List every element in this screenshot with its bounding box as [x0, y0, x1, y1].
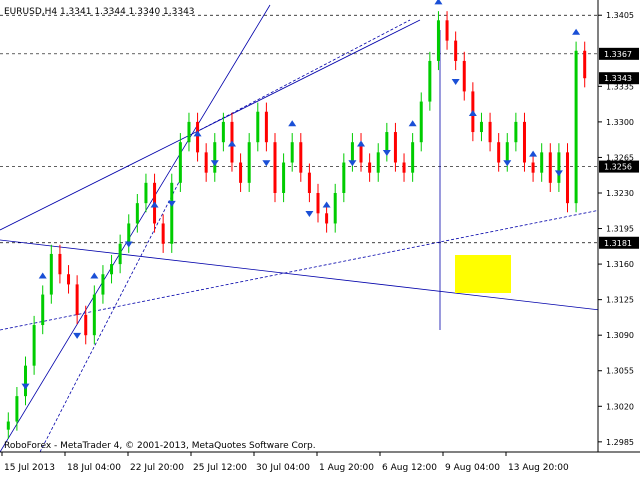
candle-body-46 [402, 162, 406, 173]
x-tick-label: 13 Aug 20:00 [508, 463, 569, 473]
candle-body-16 [144, 182, 148, 204]
candle-body-58 [505, 142, 509, 163]
candle-body-34 [299, 142, 303, 173]
candle-body-40 [350, 142, 354, 163]
x-tick-label: 25 Jul 12:00 [193, 463, 247, 473]
target-zone-highlight [455, 255, 511, 293]
candle-body-23 [204, 152, 208, 173]
candle-body-32 [282, 162, 286, 193]
candle-body-31 [273, 142, 277, 193]
x-tick-label: 22 Jul 20:00 [130, 463, 184, 473]
candle-body-57 [497, 142, 501, 163]
y-tick-label: 1.3195 [606, 225, 634, 234]
candle-body-13 [118, 243, 122, 265]
candle-body-35 [307, 172, 311, 193]
candle-body-66 [574, 50, 578, 204]
candle-body-44 [385, 132, 389, 153]
candle-body-28 [247, 142, 251, 183]
x-tick-label: 18 Jul 04:00 [67, 463, 121, 473]
candle-body-37 [325, 213, 329, 224]
candle-body-30 [264, 111, 268, 143]
candle-body-25 [221, 121, 225, 143]
y-tick-label: 1.3405 [606, 11, 634, 20]
y-tick-label: 1.3020 [606, 402, 634, 411]
candle-body-36 [316, 192, 320, 214]
candle-body-55 [479, 121, 483, 133]
x-tick-label: 1 Aug 20:00 [319, 463, 374, 473]
candle-body-14 [127, 223, 131, 244]
y-tick-label: 1.3055 [606, 367, 634, 376]
candle-body-9 [84, 314, 88, 336]
candle-body-45 [393, 132, 397, 163]
candle-body-2 [24, 365, 28, 397]
candle-body-1 [15, 396, 19, 422]
candle-body-50 [436, 20, 440, 61]
candle-body-64 [557, 152, 561, 183]
x-tick-label: 30 Jul 04:00 [256, 463, 310, 473]
candle-body-29 [256, 111, 260, 143]
candle-body-60 [522, 121, 526, 163]
candle-body-47 [411, 142, 415, 173]
candle-body-61 [531, 162, 535, 173]
candle-body-24 [213, 142, 217, 173]
y-tick-label: 1.3300 [606, 118, 634, 127]
candle-body-42 [368, 162, 372, 173]
candle-body-21 [187, 121, 191, 143]
candle-body-4 [41, 294, 45, 326]
candle-body-27 [239, 162, 243, 183]
y-tick-label: 1.3160 [606, 260, 634, 269]
candle-body-52 [454, 40, 458, 61]
candle-body-22 [196, 121, 200, 153]
candle-body-6 [58, 253, 62, 275]
candle-body-8 [75, 284, 79, 315]
y-tick-label: 1.2985 [606, 438, 634, 447]
candle-body-59 [514, 121, 518, 143]
watermark: RoboForex - MetaTrader 4, © 2001-2013, M… [4, 441, 316, 451]
candle-body-62 [540, 152, 544, 173]
candle-body-7 [67, 274, 71, 285]
candle-body-3 [32, 325, 36, 366]
candle-body-18 [161, 223, 165, 244]
x-tick-label: 9 Aug 04:00 [445, 463, 500, 473]
candle-body-33 [290, 142, 294, 163]
candle-body-65 [565, 152, 569, 204]
candle-body-56 [488, 121, 492, 143]
candle-body-12 [110, 264, 114, 275]
candle-body-38 [333, 192, 337, 224]
candle-body-19 [170, 182, 174, 244]
candle-body-48 [419, 101, 423, 143]
price-label: 1.3181 [604, 239, 632, 248]
candle-body-0 [6, 421, 10, 430]
y-tick-label: 1.3230 [606, 189, 634, 198]
y-tick-label: 1.3125 [606, 296, 634, 305]
candle-body-11 [101, 274, 105, 295]
candle-body-43 [376, 152, 380, 173]
candle-body-20 [178, 142, 182, 183]
candle-body-63 [548, 152, 552, 183]
candle-body-51 [445, 20, 449, 41]
price-label: 1.3256 [604, 163, 632, 172]
y-tick-label: 1.3090 [606, 331, 634, 340]
candle-body-10 [92, 294, 96, 336]
chart-background [0, 0, 640, 480]
candle-body-49 [428, 60, 432, 102]
candle-body-53 [462, 60, 466, 92]
candle-body-67 [583, 50, 587, 79]
x-tick-label: 15 Jul 2013 [4, 463, 55, 473]
symbol-header: EURUSD,H4 1.3341 1.3344 1.3340 1.3343 [4, 7, 195, 17]
chart-canvas[interactable]: 1.34051.33351.33001.32651.32301.31951.31… [0, 0, 640, 480]
candle-body-39 [342, 162, 346, 193]
candle-body-5 [49, 253, 53, 295]
price-label: 1.3367 [604, 50, 632, 59]
price-chart[interactable]: 1.3405 1.3335 1.3300 1.3265 1.3230 1.3195 1.31… [0, 0, 640, 480]
price-label: 1.3343 [604, 74, 632, 83]
x-tick-label: 6 Aug 12:00 [382, 463, 437, 473]
candle-body-15 [135, 203, 139, 224]
